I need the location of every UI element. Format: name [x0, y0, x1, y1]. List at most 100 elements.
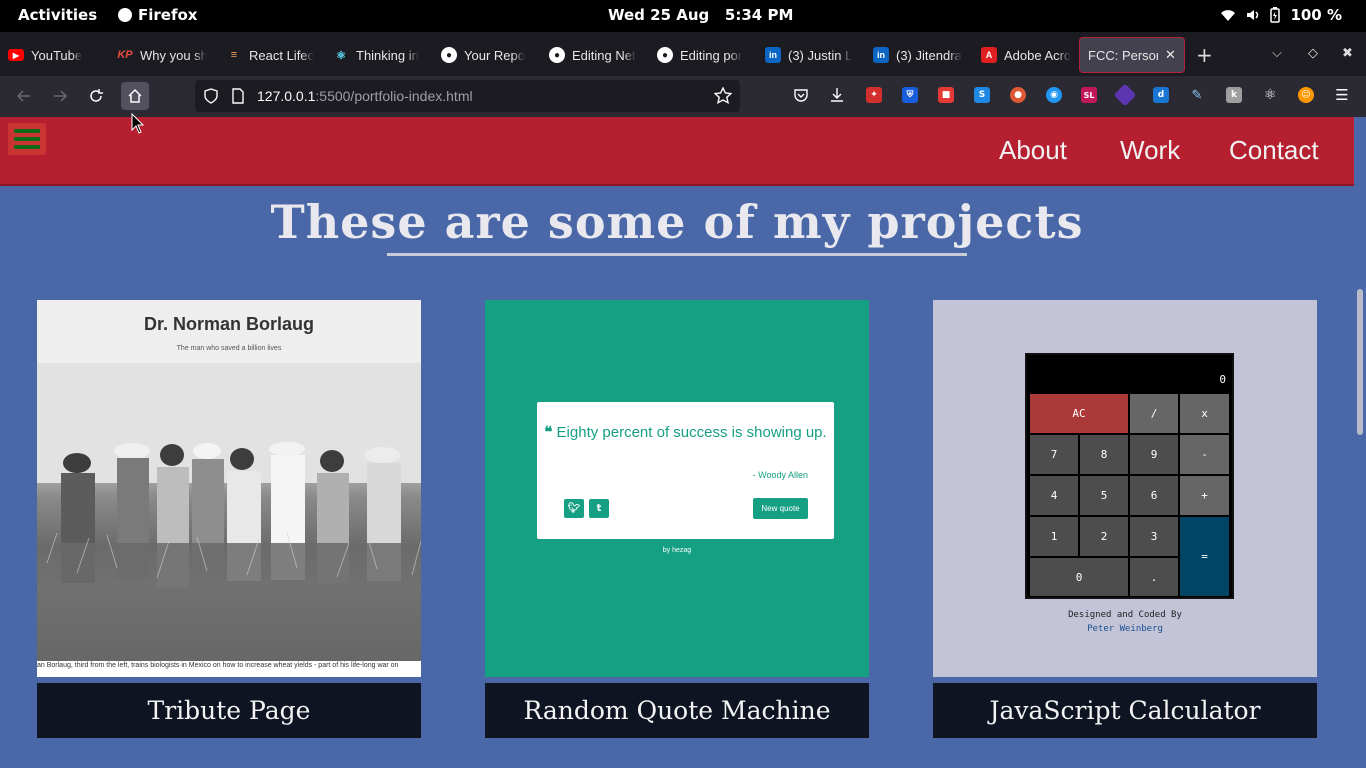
- tab-adobe-acrobat[interactable]: A Adobe Acro: [981, 40, 1071, 70]
- calc-key-6[interactable]: 6: [1129, 475, 1179, 516]
- clock[interactable]: Wed 25 Aug 5:34 PM: [608, 6, 793, 24]
- page-info-icon[interactable]: [231, 88, 245, 104]
- github-icon: ●: [549, 47, 565, 63]
- tribute-header: Dr. Norman Borlaug The man who saved a b…: [37, 300, 421, 363]
- tribute-subtitle: The man who saved a billion lives: [176, 345, 282, 352]
- menu-icon[interactable]: ☰: [1334, 86, 1350, 104]
- bitwarden-icon[interactable]: ⛨: [902, 87, 918, 103]
- project-caption[interactable]: JavaScript Calculator: [933, 683, 1317, 738]
- react-icon: ⚛: [336, 49, 346, 62]
- pocket-icon[interactable]: [793, 87, 809, 103]
- article-icon: ≡: [230, 49, 238, 61]
- reload-icon[interactable]: [86, 86, 106, 106]
- tab-youtube[interactable]: ▶ YouTube: [8, 40, 88, 70]
- url-bar[interactable]: 127.0.0.1:5500/portfolio-index.html: [195, 80, 740, 112]
- lock-extension-icon[interactable]: ■: [938, 87, 954, 103]
- credit-name-link[interactable]: Peter Weinberg: [933, 622, 1317, 636]
- calc-key-decimal[interactable]: .: [1129, 557, 1179, 597]
- github-icon: ●: [441, 47, 457, 63]
- project-caption[interactable]: Tribute Page: [37, 683, 421, 738]
- globe-extension-icon[interactable]: ◉: [1046, 87, 1062, 103]
- downloads-icon[interactable]: [829, 87, 845, 103]
- volume-icon: [1247, 10, 1259, 20]
- pen-extension-icon[interactable]: ✎: [1189, 87, 1205, 103]
- skype-extension-icon[interactable]: S: [974, 87, 990, 103]
- tab-why-you[interactable]: KP Why you sh: [117, 40, 207, 70]
- diamond-extension-icon[interactable]: [1113, 83, 1137, 107]
- calculator-display: 0: [1219, 373, 1226, 386]
- calc-key-divide[interactable]: /: [1129, 393, 1179, 434]
- new-tab-button[interactable]: +: [1196, 45, 1213, 65]
- close-tab-icon[interactable]: ✕: [1165, 47, 1176, 63]
- back-icon[interactable]: [14, 86, 34, 106]
- site-navbar: About Work Contact: [0, 117, 1354, 186]
- tab-react-lifecycle[interactable]: ≡ React Lifec: [226, 40, 314, 70]
- extension-wand-icon[interactable]: ✦: [866, 87, 882, 103]
- react-devtools-icon[interactable]: ⚛: [1262, 87, 1278, 103]
- project-thumbnail[interactable]: 0 AC / x 7 8 9 - 4 5 6 + 1 2 3 = 0 . Des…: [933, 300, 1317, 677]
- face-extension-icon[interactable]: ☺: [1298, 87, 1314, 103]
- tumblr-icon[interactable]: t: [589, 499, 609, 518]
- close-window-icon[interactable]: ✖: [1342, 46, 1353, 61]
- navigation-toolbar: 127.0.0.1:5500/portfolio-index.html ✦ ⛨ …: [0, 76, 1366, 117]
- project-card-calculator[interactable]: 0 AC / x 7 8 9 - 4 5 6 + 1 2 3 = 0 . Des…: [933, 300, 1317, 738]
- calc-key-2[interactable]: 2: [1079, 516, 1129, 557]
- calc-key-3[interactable]: 3: [1129, 516, 1179, 557]
- calc-key-1[interactable]: 1: [1029, 516, 1079, 557]
- bookmark-diamond-icon[interactable]: ◇: [1308, 46, 1318, 61]
- calc-key-multiply[interactable]: x: [1179, 393, 1230, 434]
- calc-key-5[interactable]: 5: [1079, 475, 1129, 516]
- tab-your-repo[interactable]: ● Your Repo: [441, 40, 529, 70]
- system-tray[interactable]: 100 %: [1220, 6, 1342, 24]
- project-card-quote-machine[interactable]: ❝ Eighty percent of success is showing u…: [485, 300, 869, 738]
- bookmark-star-icon[interactable]: [714, 87, 732, 105]
- page-scrollbar[interactable]: [1354, 117, 1366, 768]
- project-thumbnail[interactable]: Dr. Norman Borlaug The man who saved a b…: [37, 300, 421, 677]
- nav-link-work[interactable]: Work: [1120, 135, 1180, 166]
- app-menu[interactable]: Firefox: [118, 6, 197, 24]
- duckduckgo-icon[interactable]: ●: [1010, 87, 1026, 103]
- linkedin-icon: in: [765, 47, 781, 63]
- forward-icon[interactable]: [50, 86, 70, 106]
- calc-key-4[interactable]: 4: [1029, 475, 1079, 516]
- hamburger-menu-icon[interactable]: [8, 123, 46, 155]
- k-extension-icon[interactable]: k: [1226, 87, 1242, 103]
- quote-author: - Woody Allen: [752, 470, 808, 480]
- tab-linkedin-jitendra[interactable]: in (3) Jitendra: [873, 40, 963, 70]
- twitter-icon[interactable]: 🐦︎: [564, 499, 584, 518]
- project-thumbnail[interactable]: ❝ Eighty percent of success is showing u…: [485, 300, 869, 677]
- system-top-bar: Activities Firefox Wed 25 Aug 5:34 PM 10…: [0, 0, 1366, 32]
- project-caption[interactable]: Random Quote Machine: [485, 683, 869, 738]
- tab-editing-por[interactable]: ● Editing por: [657, 40, 745, 70]
- calc-key-ac[interactable]: AC: [1029, 393, 1129, 434]
- sl-extension-icon[interactable]: SL: [1081, 87, 1097, 103]
- firefox-icon: [118, 8, 132, 22]
- calc-key-equals[interactable]: =: [1179, 516, 1230, 597]
- tab-thinking-in[interactable]: ⚛ Thinking in: [333, 40, 421, 70]
- tab-editing-net[interactable]: ● Editing Net: [549, 40, 637, 70]
- calc-key-9[interactable]: 9: [1129, 434, 1179, 475]
- d-extension-icon[interactable]: d: [1153, 87, 1169, 103]
- quote-text: ❝ Eighty percent of success is showing u…: [544, 424, 827, 441]
- nav-link-contact[interactable]: Contact: [1229, 135, 1319, 166]
- calc-key-add[interactable]: +: [1179, 475, 1230, 516]
- title-underline: [387, 253, 967, 256]
- calc-key-0[interactable]: 0: [1029, 557, 1129, 597]
- home-icon[interactable]: [121, 82, 149, 110]
- kp-icon: KP: [117, 49, 133, 61]
- calc-key-7[interactable]: 7: [1029, 434, 1079, 475]
- tracking-shield-icon[interactable]: [203, 88, 219, 104]
- nav-link-about[interactable]: About: [999, 135, 1067, 166]
- scrollbar-thumb[interactable]: [1357, 289, 1363, 435]
- calc-key-8[interactable]: 8: [1079, 434, 1129, 475]
- tab-fcc-portfolio[interactable]: FCC: Person ✕: [1079, 37, 1185, 73]
- tab-linkedin-justin[interactable]: in (3) Justin L: [765, 40, 855, 70]
- credit-line: Designed and Coded By: [1068, 610, 1182, 620]
- calc-key-subtract[interactable]: -: [1179, 434, 1230, 475]
- project-card-tribute[interactable]: Dr. Norman Borlaug The man who saved a b…: [37, 300, 421, 738]
- list-all-tabs-icon[interactable]: ⌵: [1272, 46, 1282, 61]
- app-name: Firefox: [138, 6, 198, 24]
- tribute-photo: [37, 363, 421, 661]
- activities-button[interactable]: Activities: [18, 6, 97, 24]
- new-quote-button[interactable]: New quote: [753, 498, 808, 519]
